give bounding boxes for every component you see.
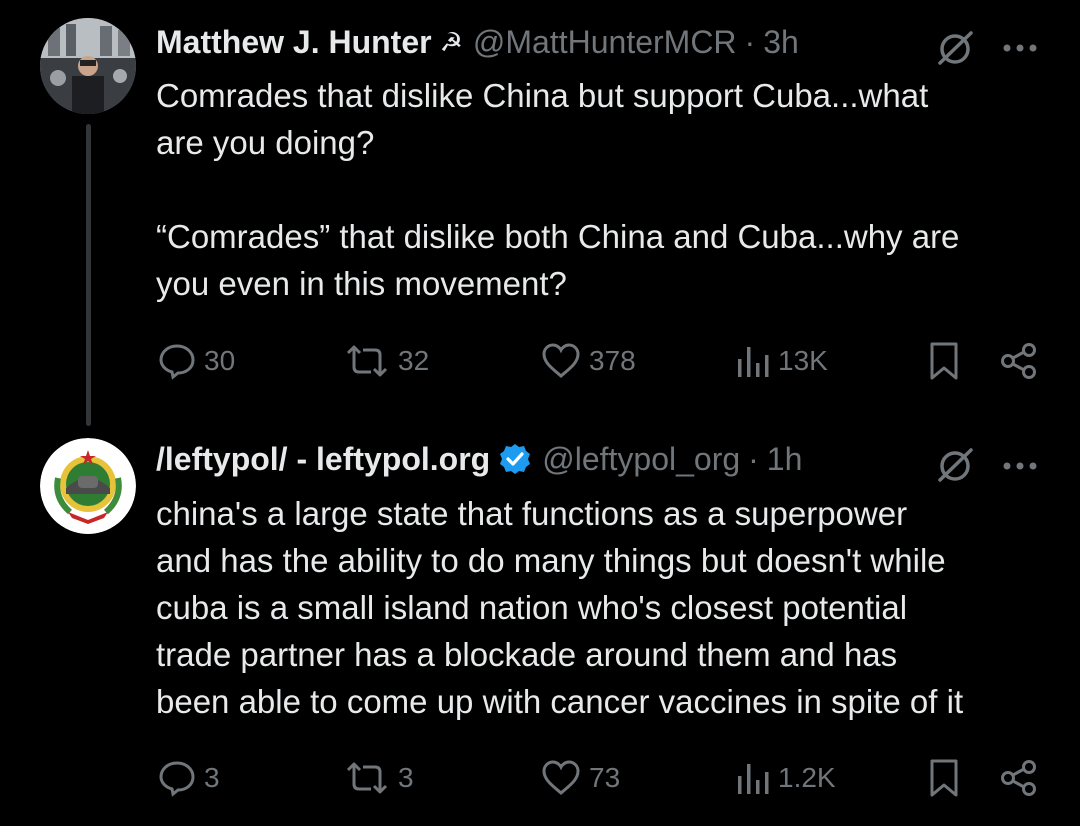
reply-button[interactable]: 3 bbox=[158, 753, 220, 803]
share-button[interactable] bbox=[1000, 336, 1038, 386]
share-button[interactable] bbox=[1000, 753, 1038, 803]
repost-count: 32 bbox=[398, 345, 430, 376]
like-count: 73 bbox=[589, 762, 621, 793]
grok-icon[interactable] bbox=[935, 447, 975, 488]
repost-count: 3 bbox=[398, 762, 414, 793]
share-icon bbox=[1000, 342, 1038, 380]
like-button[interactable]: 378 bbox=[541, 336, 636, 386]
bookmark-button[interactable] bbox=[928, 336, 960, 386]
user-handle[interactable]: @leftypol_org bbox=[542, 437, 740, 481]
repost-icon bbox=[344, 343, 390, 379]
verified-badge-icon bbox=[498, 442, 532, 476]
timestamp[interactable]: 3h bbox=[763, 20, 799, 64]
like-icon bbox=[541, 760, 581, 796]
tweet-actions: 3 3 73 1.2K bbox=[0, 753, 1080, 803]
tweet-leftypol[interactable]: /leftypol/ - leftypol.org @leftypol_org … bbox=[0, 420, 1080, 826]
views-icon bbox=[736, 760, 770, 796]
more-icon[interactable] bbox=[1002, 40, 1038, 58]
grok-icon[interactable] bbox=[935, 30, 975, 71]
separator-dot: · bbox=[744, 24, 756, 60]
like-button[interactable]: 73 bbox=[541, 753, 620, 803]
avatar-leftypol[interactable] bbox=[40, 438, 136, 534]
tweet-matthew-hunter[interactable]: Matthew J. Hunter ☭ @MattHunterMCR · 3h … bbox=[0, 0, 1080, 426]
more-icon[interactable] bbox=[1002, 458, 1038, 476]
timeline: Matthew J. Hunter ☭ @MattHunterMCR · 3h … bbox=[0, 0, 1080, 826]
tweet-text: china's a large state that functions as … bbox=[156, 495, 964, 720]
views-icon bbox=[736, 343, 770, 379]
hammer-sickle-emoji: ☭ bbox=[439, 27, 463, 57]
like-icon bbox=[541, 343, 581, 379]
views-button[interactable]: 13K bbox=[736, 336, 828, 386]
bookmark-icon bbox=[928, 758, 960, 798]
display-name[interactable]: /leftypol/ - leftypol.org bbox=[156, 437, 490, 481]
share-icon bbox=[1000, 759, 1038, 797]
reply-icon bbox=[158, 342, 196, 380]
tweet-header: /leftypol/ - leftypol.org @leftypol_org … bbox=[156, 437, 802, 481]
user-handle[interactable]: @MattHunterMCR bbox=[473, 20, 737, 64]
avatar-matthew-hunter[interactable] bbox=[40, 18, 136, 114]
reply-count: 30 bbox=[204, 345, 236, 376]
like-count: 378 bbox=[589, 345, 636, 376]
repost-button[interactable]: 3 bbox=[344, 753, 414, 803]
reply-icon bbox=[158, 759, 196, 797]
views-count: 1.2K bbox=[778, 762, 836, 793]
repost-button[interactable]: 32 bbox=[344, 336, 429, 386]
bookmark-button[interactable] bbox=[928, 753, 960, 803]
display-name[interactable]: Matthew J. Hunter bbox=[156, 20, 432, 64]
repost-icon bbox=[344, 760, 390, 796]
tweet-header: Matthew J. Hunter ☭ @MattHunterMCR · 3h bbox=[156, 20, 799, 64]
reply-button[interactable]: 30 bbox=[158, 336, 235, 386]
bookmark-icon bbox=[928, 341, 960, 381]
views-button[interactable]: 1.2K bbox=[736, 753, 836, 803]
tweet-actions: 30 32 378 13K bbox=[0, 336, 1080, 386]
views-count: 13K bbox=[778, 345, 828, 376]
tweet-text: Comrades that dislike China but support … bbox=[156, 77, 960, 302]
separator-dot: · bbox=[748, 441, 759, 477]
reply-count: 3 bbox=[204, 762, 220, 793]
timestamp[interactable]: 1h bbox=[767, 437, 803, 481]
